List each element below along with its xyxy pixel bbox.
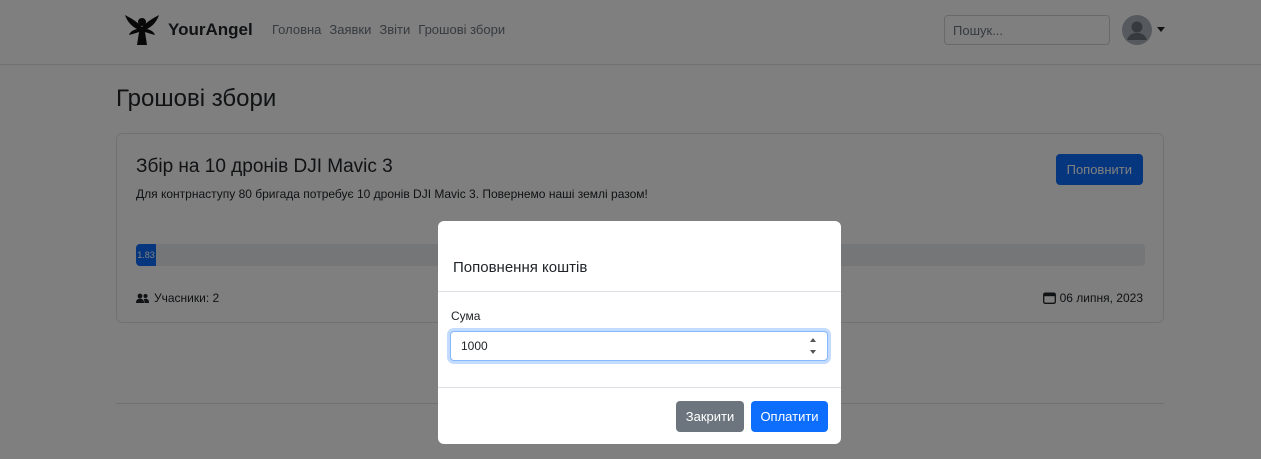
pay-button[interactable]: Оплатити: [751, 401, 828, 432]
page: YourAngel Головна Заявки Звіти Грошові з…: [0, 0, 1261, 459]
modal-header-divider: [438, 291, 841, 292]
modal-footer-divider: [438, 387, 841, 388]
amount-label: Сума: [451, 309, 481, 323]
stepper-up-icon[interactable]: [810, 338, 816, 342]
close-button[interactable]: Закрити: [676, 401, 744, 432]
amount-input[interactable]: [450, 331, 828, 361]
number-stepper[interactable]: [808, 338, 818, 354]
modal-title: Поповнення коштів: [453, 259, 588, 276]
stepper-down-icon[interactable]: [810, 350, 816, 354]
topup-modal: Поповнення коштів Сума Закрити Оплатити: [438, 221, 841, 444]
